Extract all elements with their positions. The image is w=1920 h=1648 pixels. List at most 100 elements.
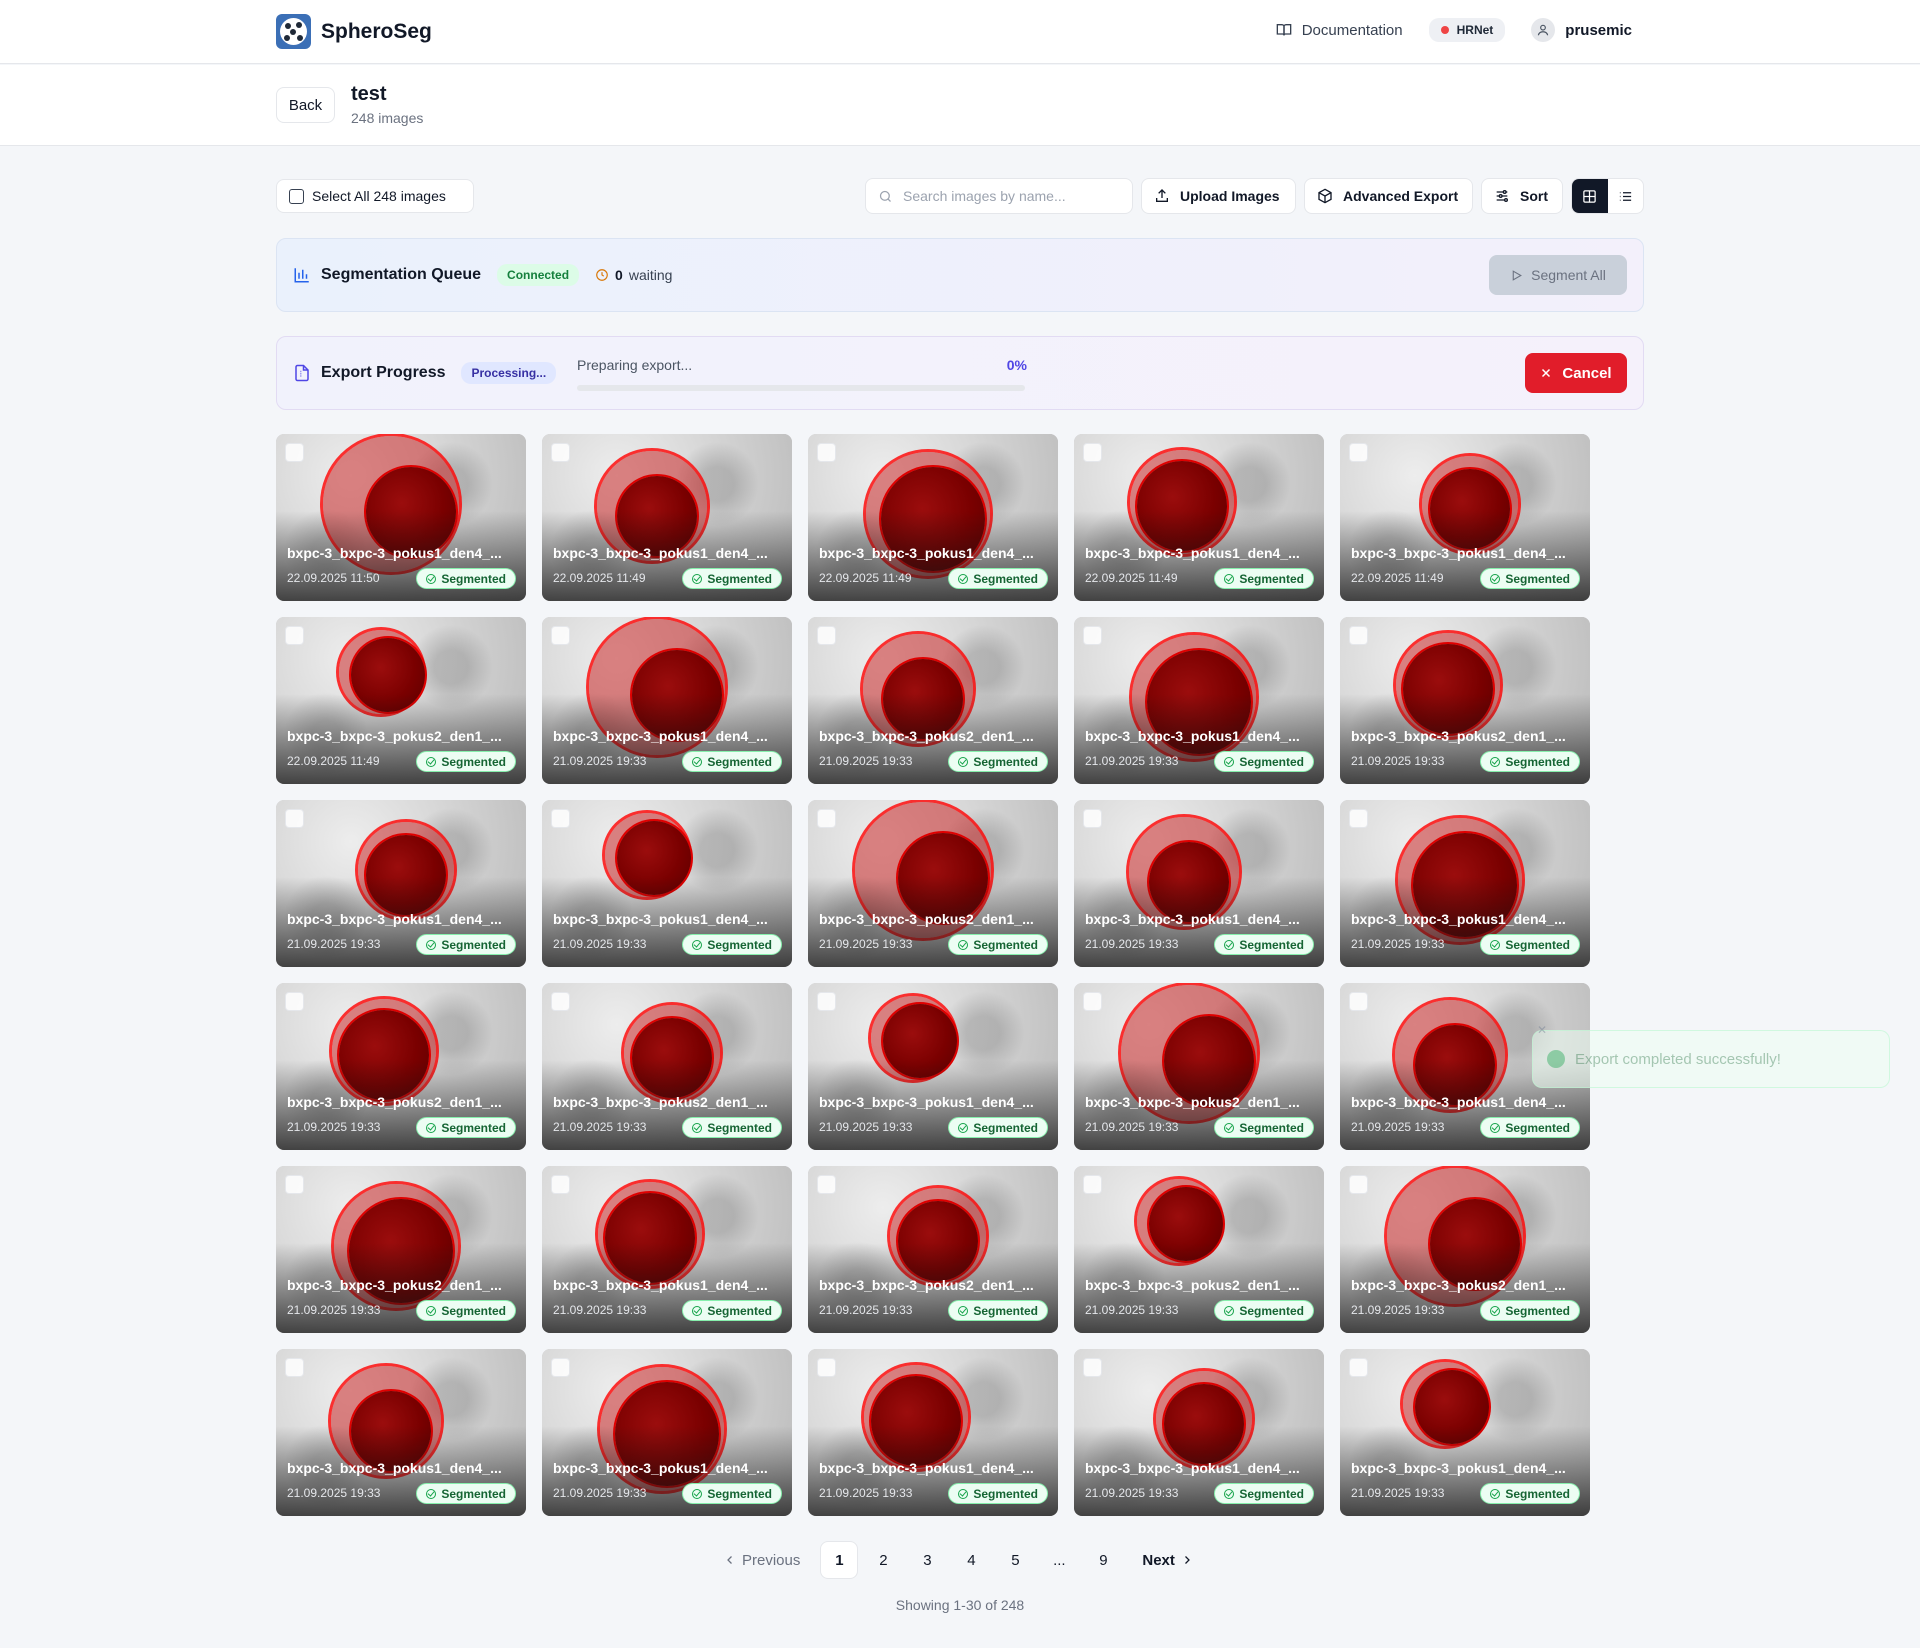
sort-button[interactable]: Sort — [1481, 178, 1563, 214]
image-card[interactable]: bxpc-3_bxpc-3_pokus1_den4_... 22.09.2025 … — [276, 434, 526, 601]
image-select-checkbox[interactable] — [551, 992, 570, 1011]
user-menu[interactable]: prusemic — [1531, 18, 1632, 42]
advanced-export-button[interactable]: Advanced Export — [1304, 178, 1473, 214]
image-select-checkbox[interactable] — [1349, 626, 1368, 645]
status-badge: Segmented — [416, 1117, 516, 1138]
image-card[interactable]: bxpc-3_bxpc-3_pokus1_den4_... 22.09.2025 … — [542, 434, 792, 601]
export-status-badge: Processing... — [461, 362, 557, 384]
image-select-checkbox[interactable] — [285, 1175, 304, 1194]
image-select-checkbox[interactable] — [551, 809, 570, 828]
image-card[interactable]: bxpc-3_bxpc-3_pokus1_den4_... 21.09.2025 … — [808, 1349, 1058, 1516]
segmentation-queue-panel: Segmentation Queue Connected 0 waiting S… — [276, 238, 1644, 312]
image-card[interactable]: bxpc-3_bxpc-3_pokus2_den1_... 21.09.2025 … — [1074, 983, 1324, 1150]
image-select-checkbox[interactable] — [1349, 1358, 1368, 1377]
image-card[interactable]: bxpc-3_bxpc-3_pokus1_den4_... 21.09.2025 … — [1340, 1349, 1590, 1516]
image-card[interactable]: bxpc-3_bxpc-3_pokus2_den1_... 21.09.2025 … — [1340, 617, 1590, 784]
page-numbers: 1 2 3 4 5... 9 — [820, 1541, 1122, 1579]
image-card[interactable]: bxpc-3_bxpc-3_pokus1_den4_... 21.09.2025 … — [276, 1349, 526, 1516]
page-button[interactable]: 4 — [952, 1541, 990, 1579]
image-select-checkbox[interactable] — [817, 626, 836, 645]
select-all-checkbox[interactable] — [289, 188, 304, 204]
page-button[interactable]: 2 — [864, 1541, 902, 1579]
cancel-export-button[interactable]: Cancel — [1525, 353, 1627, 393]
search-box[interactable] — [865, 178, 1133, 214]
image-select-checkbox[interactable] — [817, 1358, 836, 1377]
image-select-checkbox[interactable] — [1083, 626, 1102, 645]
page-button[interactable]: 3 — [908, 1541, 946, 1579]
image-card[interactable]: bxpc-3_bxpc-3_pokus1_den4_... 21.09.2025 … — [542, 1349, 792, 1516]
toast-close-icon[interactable]: ✕ — [1537, 1023, 1547, 1037]
image-select-checkbox[interactable] — [285, 809, 304, 828]
image-select-checkbox[interactable] — [817, 1175, 836, 1194]
image-select-checkbox[interactable] — [285, 443, 304, 462]
image-select-checkbox[interactable] — [1083, 1175, 1102, 1194]
select-all-control[interactable]: Select All 248 images — [276, 179, 474, 213]
image-card[interactable]: bxpc-3_bxpc-3_pokus1_den4_... 21.09.2025 … — [1074, 800, 1324, 967]
image-select-checkbox[interactable] — [817, 443, 836, 462]
image-select-checkbox[interactable] — [1083, 1358, 1102, 1377]
image-select-checkbox[interactable] — [1083, 443, 1102, 462]
check-circle-icon — [958, 1305, 969, 1316]
image-card[interactable]: bxpc-3_bxpc-3_pokus2_den1_... 21.09.2025 … — [276, 1166, 526, 1333]
next-page-button[interactable]: Next — [1128, 1541, 1201, 1579]
image-card[interactable]: bxpc-3_bxpc-3_pokus1_den4_... 21.09.2025 … — [542, 617, 792, 784]
image-select-checkbox[interactable] — [285, 1358, 304, 1377]
list-view-button[interactable] — [1608, 179, 1644, 213]
check-circle-icon — [1490, 1305, 1501, 1316]
page-button[interactable]: 5 — [996, 1541, 1034, 1579]
image-select-checkbox[interactable] — [1083, 992, 1102, 1011]
image-card[interactable]: bxpc-3_bxpc-3_pokus1_den4_... 21.09.2025 … — [1074, 1349, 1324, 1516]
search-input[interactable] — [903, 188, 1103, 204]
image-card[interactable]: bxpc-3_bxpc-3_pokus1_den4_... 22.09.2025 … — [1074, 434, 1324, 601]
image-card[interactable]: bxpc-3_bxpc-3_pokus1_den4_... 21.09.2025 … — [542, 800, 792, 967]
image-card[interactable]: bxpc-3_bxpc-3_pokus1_den4_... 22.09.2025 … — [808, 434, 1058, 601]
brand[interactable]: SpheroSeg — [276, 14, 432, 49]
image-name: bxpc-3_bxpc-3_pokus1_den4_... — [1085, 728, 1300, 744]
image-card[interactable]: bxpc-3_bxpc-3_pokus1_den4_... 21.09.2025 … — [1074, 617, 1324, 784]
image-select-checkbox[interactable] — [551, 626, 570, 645]
image-card[interactable]: bxpc-3_bxpc-3_pokus1_den4_... 21.09.2025 … — [542, 1166, 792, 1333]
image-select-checkbox[interactable] — [817, 809, 836, 828]
image-card[interactable]: bxpc-3_bxpc-3_pokus2_den1_... 21.09.2025 … — [1074, 1166, 1324, 1333]
image-select-checkbox[interactable] — [1349, 443, 1368, 462]
image-card[interactable]: bxpc-3_bxpc-3_pokus2_den1_... 21.09.2025 … — [808, 800, 1058, 967]
back-button[interactable]: Back — [276, 87, 335, 123]
image-select-checkbox[interactable] — [551, 1175, 570, 1194]
status-badge: Segmented — [948, 1117, 1048, 1138]
image-card[interactable]: bxpc-3_bxpc-3_pokus2_den1_... 21.09.2025 … — [808, 617, 1058, 784]
image-select-checkbox[interactable] — [285, 626, 304, 645]
image-select-checkbox[interactable] — [551, 443, 570, 462]
image-select-checkbox[interactable] — [551, 1358, 570, 1377]
image-select-checkbox[interactable] — [1349, 992, 1368, 1011]
image-card[interactable]: bxpc-3_bxpc-3_pokus1_den4_... 21.09.2025 … — [1340, 800, 1590, 967]
status-badge: Segmented — [1214, 751, 1314, 772]
documentation-link[interactable]: Documentation — [1276, 22, 1403, 39]
export-success-toast[interactable]: ✕ Export completed successfully! — [1532, 1023, 1890, 1088]
page-button[interactable]: 1 — [820, 1541, 859, 1579]
grid-view-button[interactable] — [1572, 179, 1608, 213]
image-name: bxpc-3_bxpc-3_pokus1_den4_... — [287, 1460, 502, 1476]
image-card[interactable]: bxpc-3_bxpc-3_pokus2_den1_... 21.09.2025 … — [808, 1166, 1058, 1333]
image-card[interactable]: bxpc-3_bxpc-3_pokus1_den4_... 21.09.2025 … — [276, 800, 526, 967]
image-select-checkbox[interactable] — [1083, 809, 1102, 828]
page-button[interactable]: 9 — [1084, 1541, 1122, 1579]
image-card[interactable]: bxpc-3_bxpc-3_pokus2_den1_... 21.09.2025 … — [276, 983, 526, 1150]
image-date: 21.09.2025 19:33 — [1351, 754, 1445, 768]
image-card[interactable]: bxpc-3_bxpc-3_pokus1_den4_... 21.09.2025 … — [808, 983, 1058, 1150]
previous-page-button[interactable]: Previous — [716, 1541, 814, 1579]
image-select-checkbox[interactable] — [1349, 809, 1368, 828]
model-indicator[interactable]: HRNet — [1428, 18, 1506, 42]
image-name: bxpc-3_bxpc-3_pokus1_den4_... — [553, 1277, 768, 1293]
previous-label: Previous — [742, 1551, 801, 1569]
check-circle-icon — [1547, 1050, 1565, 1068]
status-label: Segmented — [973, 1120, 1038, 1135]
image-card[interactable]: bxpc-3_bxpc-3_pokus2_den1_... 21.09.2025 … — [542, 983, 792, 1150]
image-select-checkbox[interactable] — [285, 992, 304, 1011]
image-card[interactable]: bxpc-3_bxpc-3_pokus2_den1_... 22.09.2025 … — [276, 617, 526, 784]
image-select-checkbox[interactable] — [1349, 1175, 1368, 1194]
image-card[interactable]: bxpc-3_bxpc-3_pokus1_den4_... 22.09.2025 … — [1340, 434, 1590, 601]
image-select-checkbox[interactable] — [817, 992, 836, 1011]
image-card[interactable]: bxpc-3_bxpc-3_pokus2_den1_... 21.09.2025 … — [1340, 1166, 1590, 1333]
upload-images-button[interactable]: Upload Images — [1141, 178, 1296, 214]
segment-all-button[interactable]: Segment All — [1489, 255, 1627, 295]
